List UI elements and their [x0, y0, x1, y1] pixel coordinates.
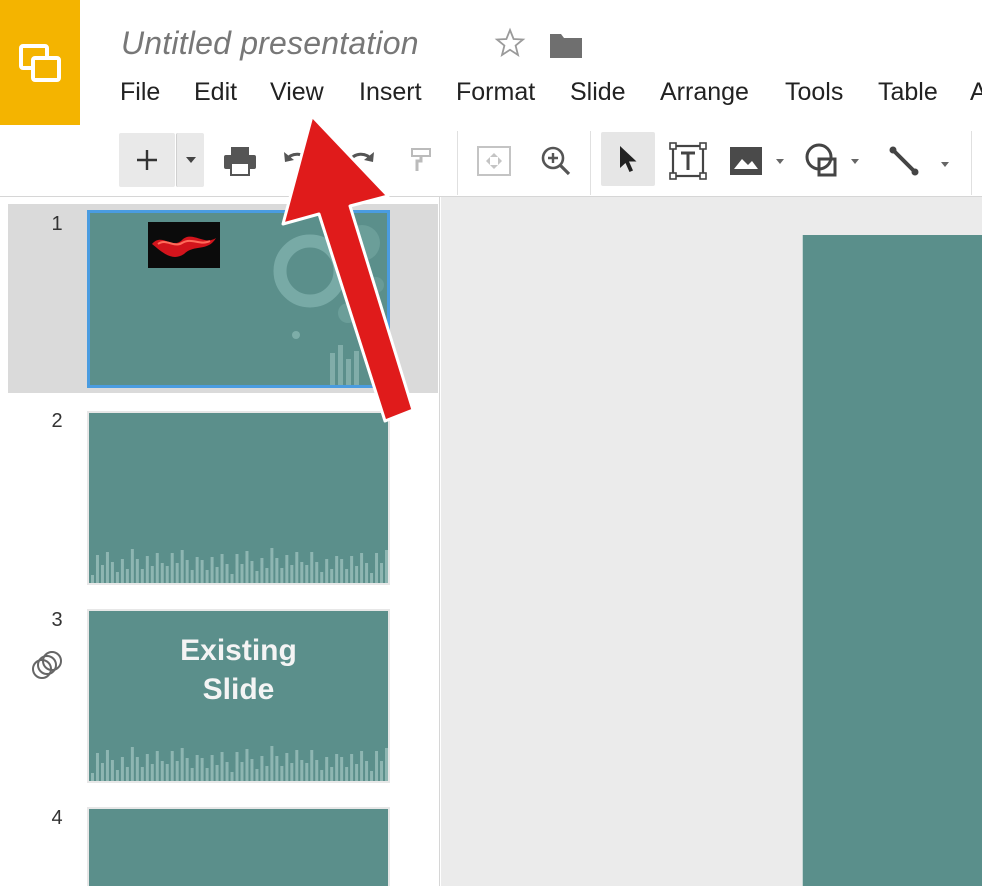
folder-icon[interactable] — [549, 31, 583, 64]
slide-number: 4 — [51, 807, 63, 829]
caret-down-icon — [185, 157, 196, 163]
new-slide-button[interactable] — [119, 133, 175, 187]
menu-view[interactable]: View — [270, 78, 324, 107]
toolbar-divider — [590, 131, 591, 195]
shape-icon — [805, 143, 859, 177]
insert-image-button[interactable] — [726, 141, 790, 181]
image-icon — [730, 147, 784, 175]
star-icon[interactable] — [494, 27, 526, 64]
menu-table[interactable]: Table — [878, 78, 938, 107]
transition-icon[interactable] — [30, 649, 64, 686]
slide-thumbnail-4[interactable] — [87, 807, 390, 886]
paint-format-button[interactable] — [407, 145, 435, 175]
menu-tools[interactable]: Tools — [785, 78, 843, 107]
zoom-in-button[interactable] — [536, 141, 576, 181]
paint-format-icon — [411, 148, 431, 171]
text-box-icon — [669, 142, 707, 180]
slide-title-line: Existing — [180, 634, 297, 667]
menu-slide[interactable]: Slide — [570, 78, 626, 107]
redo-button[interactable] — [346, 145, 376, 175]
decorative-bars — [90, 548, 388, 583]
redo-icon — [347, 152, 374, 163]
menu-edit[interactable]: Edit — [194, 78, 237, 107]
slide-editor-canvas[interactable] — [441, 197, 982, 886]
select-tool-button[interactable] — [601, 132, 655, 186]
insert-line-button[interactable] — [884, 141, 956, 181]
slide-number: 1 — [51, 213, 63, 235]
slide-filmstrip: 1 2 3 Existing Slide 4 — [0, 197, 440, 886]
menu-bar: File Edit View Insert Format Slide Arran… — [0, 78, 982, 110]
plus-icon — [137, 150, 157, 170]
slide-thumbnail-2[interactable] — [87, 411, 390, 585]
slide-number: 2 — [51, 410, 63, 432]
slide-thumbnail-1[interactable] — [87, 210, 390, 388]
toolbar-divider — [457, 131, 458, 195]
document-title[interactable]: Untitled presentation — [121, 25, 419, 62]
menu-format[interactable]: Format — [456, 78, 535, 107]
menu-insert[interactable]: Insert — [359, 78, 422, 107]
slide-title-line: Slide — [202, 673, 275, 706]
print-button[interactable] — [221, 144, 259, 178]
menu-arrange[interactable]: Arrange — [660, 78, 749, 107]
decorative-bars — [90, 746, 388, 781]
zoom-fit-icon — [477, 146, 511, 176]
print-icon — [224, 147, 256, 176]
text-box-button[interactable] — [666, 139, 710, 183]
menu-add-ons[interactable]: A — [970, 78, 982, 107]
menu-file[interactable]: File — [120, 78, 160, 107]
toolbar-divider — [971, 131, 972, 195]
zoom-in-icon — [541, 146, 571, 176]
current-slide[interactable] — [802, 235, 982, 886]
select-cursor-icon — [620, 146, 637, 172]
undo-icon — [284, 152, 311, 163]
zoom-fit-button[interactable] — [474, 141, 514, 181]
line-icon — [889, 146, 949, 176]
fire-image — [148, 222, 220, 268]
decorative-circles — [273, 225, 384, 385]
slide-number: 3 — [51, 609, 63, 631]
new-slide-layout-dropdown[interactable] — [176, 133, 204, 187]
toolbar — [0, 125, 982, 197]
undo-button[interactable] — [282, 145, 312, 175]
insert-shape-button[interactable] — [802, 139, 864, 183]
slide-thumbnail-3[interactable]: Existing Slide — [87, 609, 390, 783]
